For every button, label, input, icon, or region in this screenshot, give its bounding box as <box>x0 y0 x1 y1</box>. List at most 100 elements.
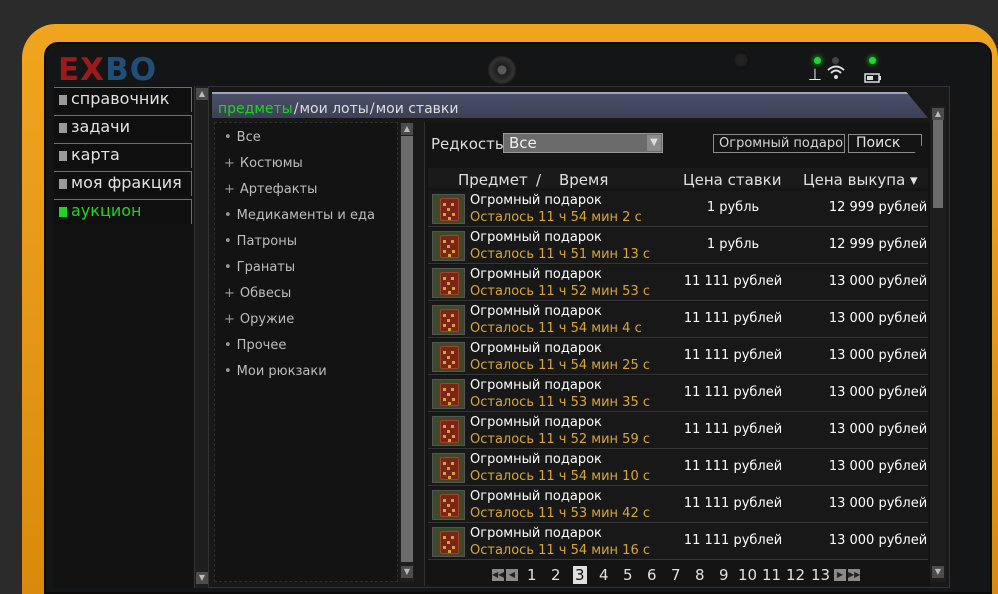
page-number[interactable]: 10 <box>738 566 757 584</box>
item-thumbnail <box>432 453 465 483</box>
lot-bid-price: 1 рубль <box>706 200 760 215</box>
table-row[interactable]: Огромный подарок Осталось 11 ч 54 мин 25 … <box>428 339 928 375</box>
page-number[interactable]: 12 <box>786 566 805 584</box>
tab-my-lots[interactable]: мои лоты <box>299 101 368 117</box>
lot-bid-price: 11 111 рублей <box>683 459 783 474</box>
item-thumbnail <box>432 231 465 261</box>
page-number[interactable]: 8 <box>695 566 705 584</box>
lot-name: Огромный подарок <box>470 452 602 467</box>
column-separator: / <box>536 171 542 189</box>
category-item[interactable]: + Оружие <box>224 312 294 327</box>
gift-icon <box>440 494 459 517</box>
status-led <box>814 57 821 64</box>
table-row[interactable]: Огромный подарок Осталось 11 ч 52 мин 59 … <box>428 413 928 449</box>
lot-bid-price: 11 111 рублей <box>683 274 783 289</box>
last-page-icon[interactable]: ▶▶ <box>848 569 860 581</box>
lot-time-left: Осталось 11 ч 52 мин 53 с <box>470 284 650 299</box>
search-button[interactable]: Поиск <box>848 134 922 153</box>
radio-tower-icon: ⊥ <box>808 65 822 84</box>
scroll-down-icon[interactable]: ▼ <box>932 566 944 578</box>
category-item[interactable]: • Все <box>224 130 261 145</box>
category-item[interactable]: • Прочее <box>224 338 286 353</box>
chevron-down-icon[interactable]: ▼ <box>647 135 661 151</box>
menu-item-tasks[interactable]: задачи <box>54 115 192 140</box>
table-row[interactable]: Огромный подарок Осталось 11 ч 54 мин 16 … <box>428 524 928 560</box>
category-item[interactable]: + Артефакты <box>224 182 317 197</box>
lot-name: Огромный подарок <box>470 193 602 208</box>
table-row[interactable]: Огромный подарок Осталось 11 ч 53 мин 42 … <box>428 487 928 523</box>
lot-time-left: Осталось 11 ч 52 мин 59 с <box>470 432 650 447</box>
page-number[interactable]: 7 <box>671 566 681 584</box>
tab-separator: / <box>293 101 299 117</box>
prev-page-icon[interactable]: ◀ <box>506 569 518 581</box>
category-item[interactable]: • Медикаменты и еда <box>224 208 375 223</box>
lot-time-left: Осталось 11 ч 54 мин 16 с <box>470 543 650 558</box>
menu-bullet-icon <box>59 151 67 161</box>
lot-name: Огромный подарок <box>470 230 602 245</box>
first-page-icon[interactable]: ◀◀ <box>492 569 504 581</box>
column-item[interactable]: Предмет <box>458 171 528 189</box>
lot-bid-price: 11 111 рублей <box>683 422 783 437</box>
tab-items[interactable]: предметы <box>218 101 293 117</box>
lot-time-left: Осталось 11 ч 54 мин 4 с <box>470 321 642 336</box>
category-item[interactable]: • Патроны <box>224 234 297 249</box>
lot-bid-price: 11 111 рублей <box>683 348 783 363</box>
menu-item-handbook[interactable]: справочник <box>54 87 192 112</box>
lot-time-left: Осталось 11 ч 53 мин 35 с <box>470 395 650 410</box>
menu-item-map[interactable]: карта <box>54 143 192 168</box>
page-number[interactable]: 2 <box>551 566 561 584</box>
sensor <box>733 52 749 68</box>
lot-name: Огромный подарок <box>470 378 602 393</box>
category-item[interactable]: + Обвесы <box>224 286 291 301</box>
lots-scroll-thumb[interactable] <box>933 120 943 208</box>
lot-name: Огромный подарок <box>470 304 602 319</box>
lot-name: Огромный подарок <box>470 415 602 430</box>
lot-bid-price: 1 рубль <box>706 237 760 252</box>
scroll-down-icon[interactable]: ▼ <box>401 566 413 578</box>
table-row[interactable]: Огромный подарок Осталось 11 ч 51 мин 13 … <box>428 228 928 264</box>
category-item[interactable]: + Костюмы <box>224 156 303 171</box>
page-number[interactable]: 4 <box>599 566 609 584</box>
table-row[interactable]: Огромный подарок Осталось 11 ч 54 мин 4 с… <box>428 302 928 338</box>
scroll-up-icon[interactable]: ▲ <box>196 88 208 100</box>
gift-icon <box>440 198 459 221</box>
page-number[interactable]: 5 <box>623 566 633 584</box>
column-time[interactable]: Время <box>559 171 608 189</box>
scroll-up-icon[interactable]: ▲ <box>401 123 413 135</box>
page-number[interactable]: 11 <box>762 566 781 584</box>
wifi-icon <box>827 64 845 84</box>
rarity-select[interactable]: Все ▼ <box>503 133 663 153</box>
menu-item-auction[interactable]: аукцион <box>54 199 192 224</box>
category-item[interactable]: • Мои рюкзаки <box>224 364 327 379</box>
page-number[interactable]: 13 <box>811 566 830 584</box>
item-thumbnail <box>432 305 465 335</box>
item-thumbnail <box>432 342 465 372</box>
column-bid[interactable]: Цена ставки <box>683 171 781 189</box>
lot-bid-price: 11 111 рублей <box>683 385 783 400</box>
lot-time-left: Осталось 11 ч 54 мин 10 с <box>470 469 650 484</box>
lot-bid-price: 11 111 рублей <box>683 496 783 511</box>
search-input[interactable]: Огромный подарок <box>713 134 845 153</box>
page-number-current[interactable]: 3 <box>573 566 587 584</box>
category-item[interactable]: • Гранаты <box>224 260 295 275</box>
next-page-icon[interactable]: ▶ <box>834 569 846 581</box>
table-row[interactable]: Огромный подарок Осталось 11 ч 53 мин 35 … <box>428 376 928 412</box>
lot-name: Огромный подарок <box>470 341 602 356</box>
gift-icon <box>440 457 459 480</box>
page-number[interactable]: 6 <box>647 566 657 584</box>
menu-item-faction[interactable]: моя фракция <box>54 171 192 196</box>
category-scroll-thumb[interactable] <box>401 136 413 562</box>
table-row[interactable]: Огромный подарок Осталось 11 ч 54 мин 2 с… <box>428 191 928 227</box>
lot-bid-price: 11 111 рублей <box>683 311 783 326</box>
table-row[interactable]: Огромный подарок Осталось 11 ч 52 мин 53 … <box>428 265 928 301</box>
column-buyout[interactable]: Цена выкупа ▾ <box>803 171 918 189</box>
item-thumbnail <box>432 379 465 409</box>
left-scrollbar[interactable]: ▲ ▼ <box>194 86 208 588</box>
table-row[interactable]: Огромный подарок Осталось 11 ч 54 мин 10 … <box>428 450 928 486</box>
page-number[interactable]: 9 <box>719 566 729 584</box>
tab-my-bids[interactable]: мои ставки <box>376 101 459 117</box>
page-number[interactable]: 1 <box>527 566 537 584</box>
scroll-up-icon[interactable]: ▲ <box>932 108 944 120</box>
scroll-down-icon[interactable]: ▼ <box>196 572 208 584</box>
menu-bullet-icon <box>59 207 67 217</box>
